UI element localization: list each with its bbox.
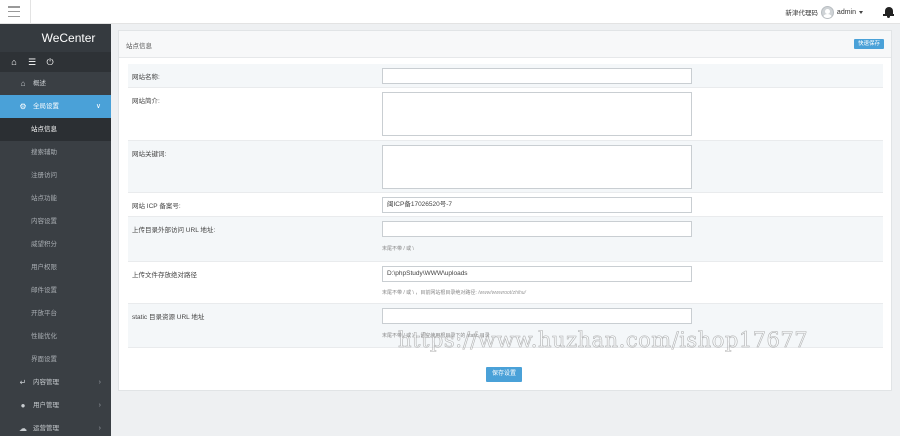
list-icon[interactable]: ☰ bbox=[27, 57, 37, 67]
chevron-down-icon: ∨ bbox=[95, 103, 101, 110]
field-hint: 末尾不带 / 或 \ ，留空使用根目录下的 static 目录 bbox=[382, 333, 490, 339]
sidebar-item-user-management[interactable]: ● 用户管理 › bbox=[0, 394, 111, 417]
save-settings-button[interactable]: 保存设置 bbox=[486, 367, 523, 382]
form-row-site-name: 网站名称: bbox=[128, 64, 883, 88]
avatar[interactable] bbox=[820, 5, 834, 19]
sidebar-item-content-management[interactable]: ↵ 内容管理 › bbox=[0, 371, 111, 394]
upload-url-input[interactable] bbox=[382, 221, 692, 237]
sidebar: WeCenter ⌂ ☰ ⏻ ⌂ 概述 ⚙ 全局设置 ∨ 站点信息 搜索辅助 注… bbox=[0, 24, 111, 436]
field-hint: 末尾不带 / 或 \ ，目前网站根目录绝对路径: /www/wwwroot/zh… bbox=[382, 289, 526, 296]
form-row-site-keywords: 网站关键词: bbox=[128, 141, 883, 193]
new-message-link[interactable]: 新津代理码 bbox=[785, 7, 818, 17]
username-dropdown[interactable]: admin bbox=[837, 9, 856, 16]
sidebar-subitem-site-features[interactable]: 站点功能 bbox=[0, 187, 111, 210]
static-url-input[interactable] bbox=[382, 308, 692, 324]
top-bar: 新津代理码 admin bbox=[0, 0, 900, 24]
bell-icon[interactable] bbox=[883, 6, 894, 18]
icp-number-input[interactable]: 闽ICP备17026520号-7 bbox=[382, 197, 692, 213]
sidebar-subitem-points[interactable]: 威望积分 bbox=[0, 233, 111, 256]
brand-logo: WeCenter bbox=[0, 24, 111, 52]
sidebar-item-label: 概述 bbox=[33, 80, 46, 87]
field-hint: 末尾不带 / 或 \ bbox=[382, 246, 414, 252]
form-row-icp: 网站 ICP 备案号: 闽ICP备17026520号-7 bbox=[128, 193, 883, 217]
sidebar-item-label: 用户管理 bbox=[33, 402, 59, 409]
sidebar-subitem-search[interactable]: 搜索辅助 bbox=[0, 141, 111, 164]
upload-path-input[interactable]: D:\phpStudy\WWW\uploads bbox=[382, 266, 692, 282]
panel-title: 站点信息 bbox=[126, 43, 152, 50]
sidebar-subitem-permissions[interactable]: 用户权限 bbox=[0, 256, 111, 279]
user-icon: ● bbox=[20, 401, 26, 410]
field-label: 网站关键词: bbox=[132, 151, 167, 158]
sidebar-item-overview[interactable]: ⌂ 概述 bbox=[0, 72, 111, 95]
sidebar-item-label: 内容管理 bbox=[33, 379, 59, 386]
sidebar-item-global-settings[interactable]: ⚙ 全局设置 ∨ bbox=[0, 95, 111, 118]
sidebar-item-operations[interactable]: ☁ 运营管理 › bbox=[0, 417, 111, 436]
form-row-upload-url: 上传目录外部访问 URL 地址: 末尾不带 / 或 \ bbox=[128, 217, 883, 262]
field-label: 网站简介: bbox=[132, 98, 160, 105]
chevron-right-icon: › bbox=[98, 379, 101, 386]
field-label: 网站 ICP 备案号: bbox=[132, 203, 181, 210]
user-area: 新津代理码 admin bbox=[785, 4, 894, 20]
settings-panel: 站点信息 快速保存 网站名称: 网站简介: 网站关键词: 网站 ICP 备案号:… bbox=[118, 30, 892, 391]
sidebar-subitem-interface[interactable]: 界面设置 bbox=[0, 348, 111, 371]
home-icon: ⌂ bbox=[20, 79, 26, 88]
divider bbox=[30, 0, 31, 24]
settings-form: 网站名称: 网站简介: 网站关键词: 网站 ICP 备案号: 闽ICP备1702… bbox=[128, 64, 883, 348]
form-row-site-description: 网站简介: bbox=[128, 88, 883, 141]
sidebar-item-label: 全局设置 bbox=[33, 103, 59, 110]
quick-save-button[interactable]: 快速保存 bbox=[853, 39, 884, 49]
cloud-icon: ☁ bbox=[19, 424, 27, 433]
settings-icon: ⚙ bbox=[19, 102, 27, 111]
reply-icon: ↵ bbox=[19, 378, 27, 387]
field-label: 上传目录外部访问 URL 地址: bbox=[132, 227, 216, 234]
sidebar-subitem-site-info[interactable]: 站点信息 bbox=[0, 118, 111, 141]
field-label: static 目录资源 URL 地址 bbox=[132, 314, 205, 321]
sidebar-subitem-content[interactable]: 内容设置 bbox=[0, 210, 111, 233]
form-row-upload-path: 上传文件存放绝对路径 D:\phpStudy\WWW\uploads 末尾不带 … bbox=[128, 262, 883, 304]
form-row-static-url: static 目录资源 URL 地址 末尾不带 / 或 \ ，留空使用根目录下的… bbox=[128, 304, 883, 348]
sidebar-subitem-performance[interactable]: 性能优化 bbox=[0, 325, 111, 348]
home-icon[interactable]: ⌂ bbox=[9, 57, 19, 67]
sidebar-quick-actions: ⌂ ☰ ⏻ bbox=[0, 52, 111, 72]
field-label: 网站名称: bbox=[132, 74, 160, 81]
menu-toggle-icon[interactable] bbox=[8, 6, 20, 17]
caret-down-icon[interactable] bbox=[859, 10, 863, 14]
field-label: 上传文件存放绝对路径 bbox=[132, 272, 197, 279]
sidebar-subitem-open-platform[interactable]: 开放平台 bbox=[0, 302, 111, 325]
sidebar-item-label: 运营管理 bbox=[33, 425, 59, 432]
site-description-textarea[interactable] bbox=[382, 92, 692, 136]
hint-text: 末尾不带 / 或 \ ，目前网站根目录绝对路径: bbox=[382, 290, 477, 296]
chevron-right-icon: › bbox=[98, 425, 101, 432]
site-keywords-textarea[interactable] bbox=[382, 145, 692, 189]
sidebar-subitem-mail[interactable]: 邮件设置 bbox=[0, 279, 111, 302]
power-icon[interactable]: ⏻ bbox=[45, 57, 55, 67]
hint-path: /www/wwwroot/zhihu/ bbox=[478, 290, 526, 296]
panel-header: 站点信息 快速保存 bbox=[119, 31, 891, 58]
chevron-right-icon: › bbox=[98, 402, 101, 409]
sidebar-subitem-register[interactable]: 注册访问 bbox=[0, 164, 111, 187]
site-name-input[interactable] bbox=[382, 68, 692, 84]
